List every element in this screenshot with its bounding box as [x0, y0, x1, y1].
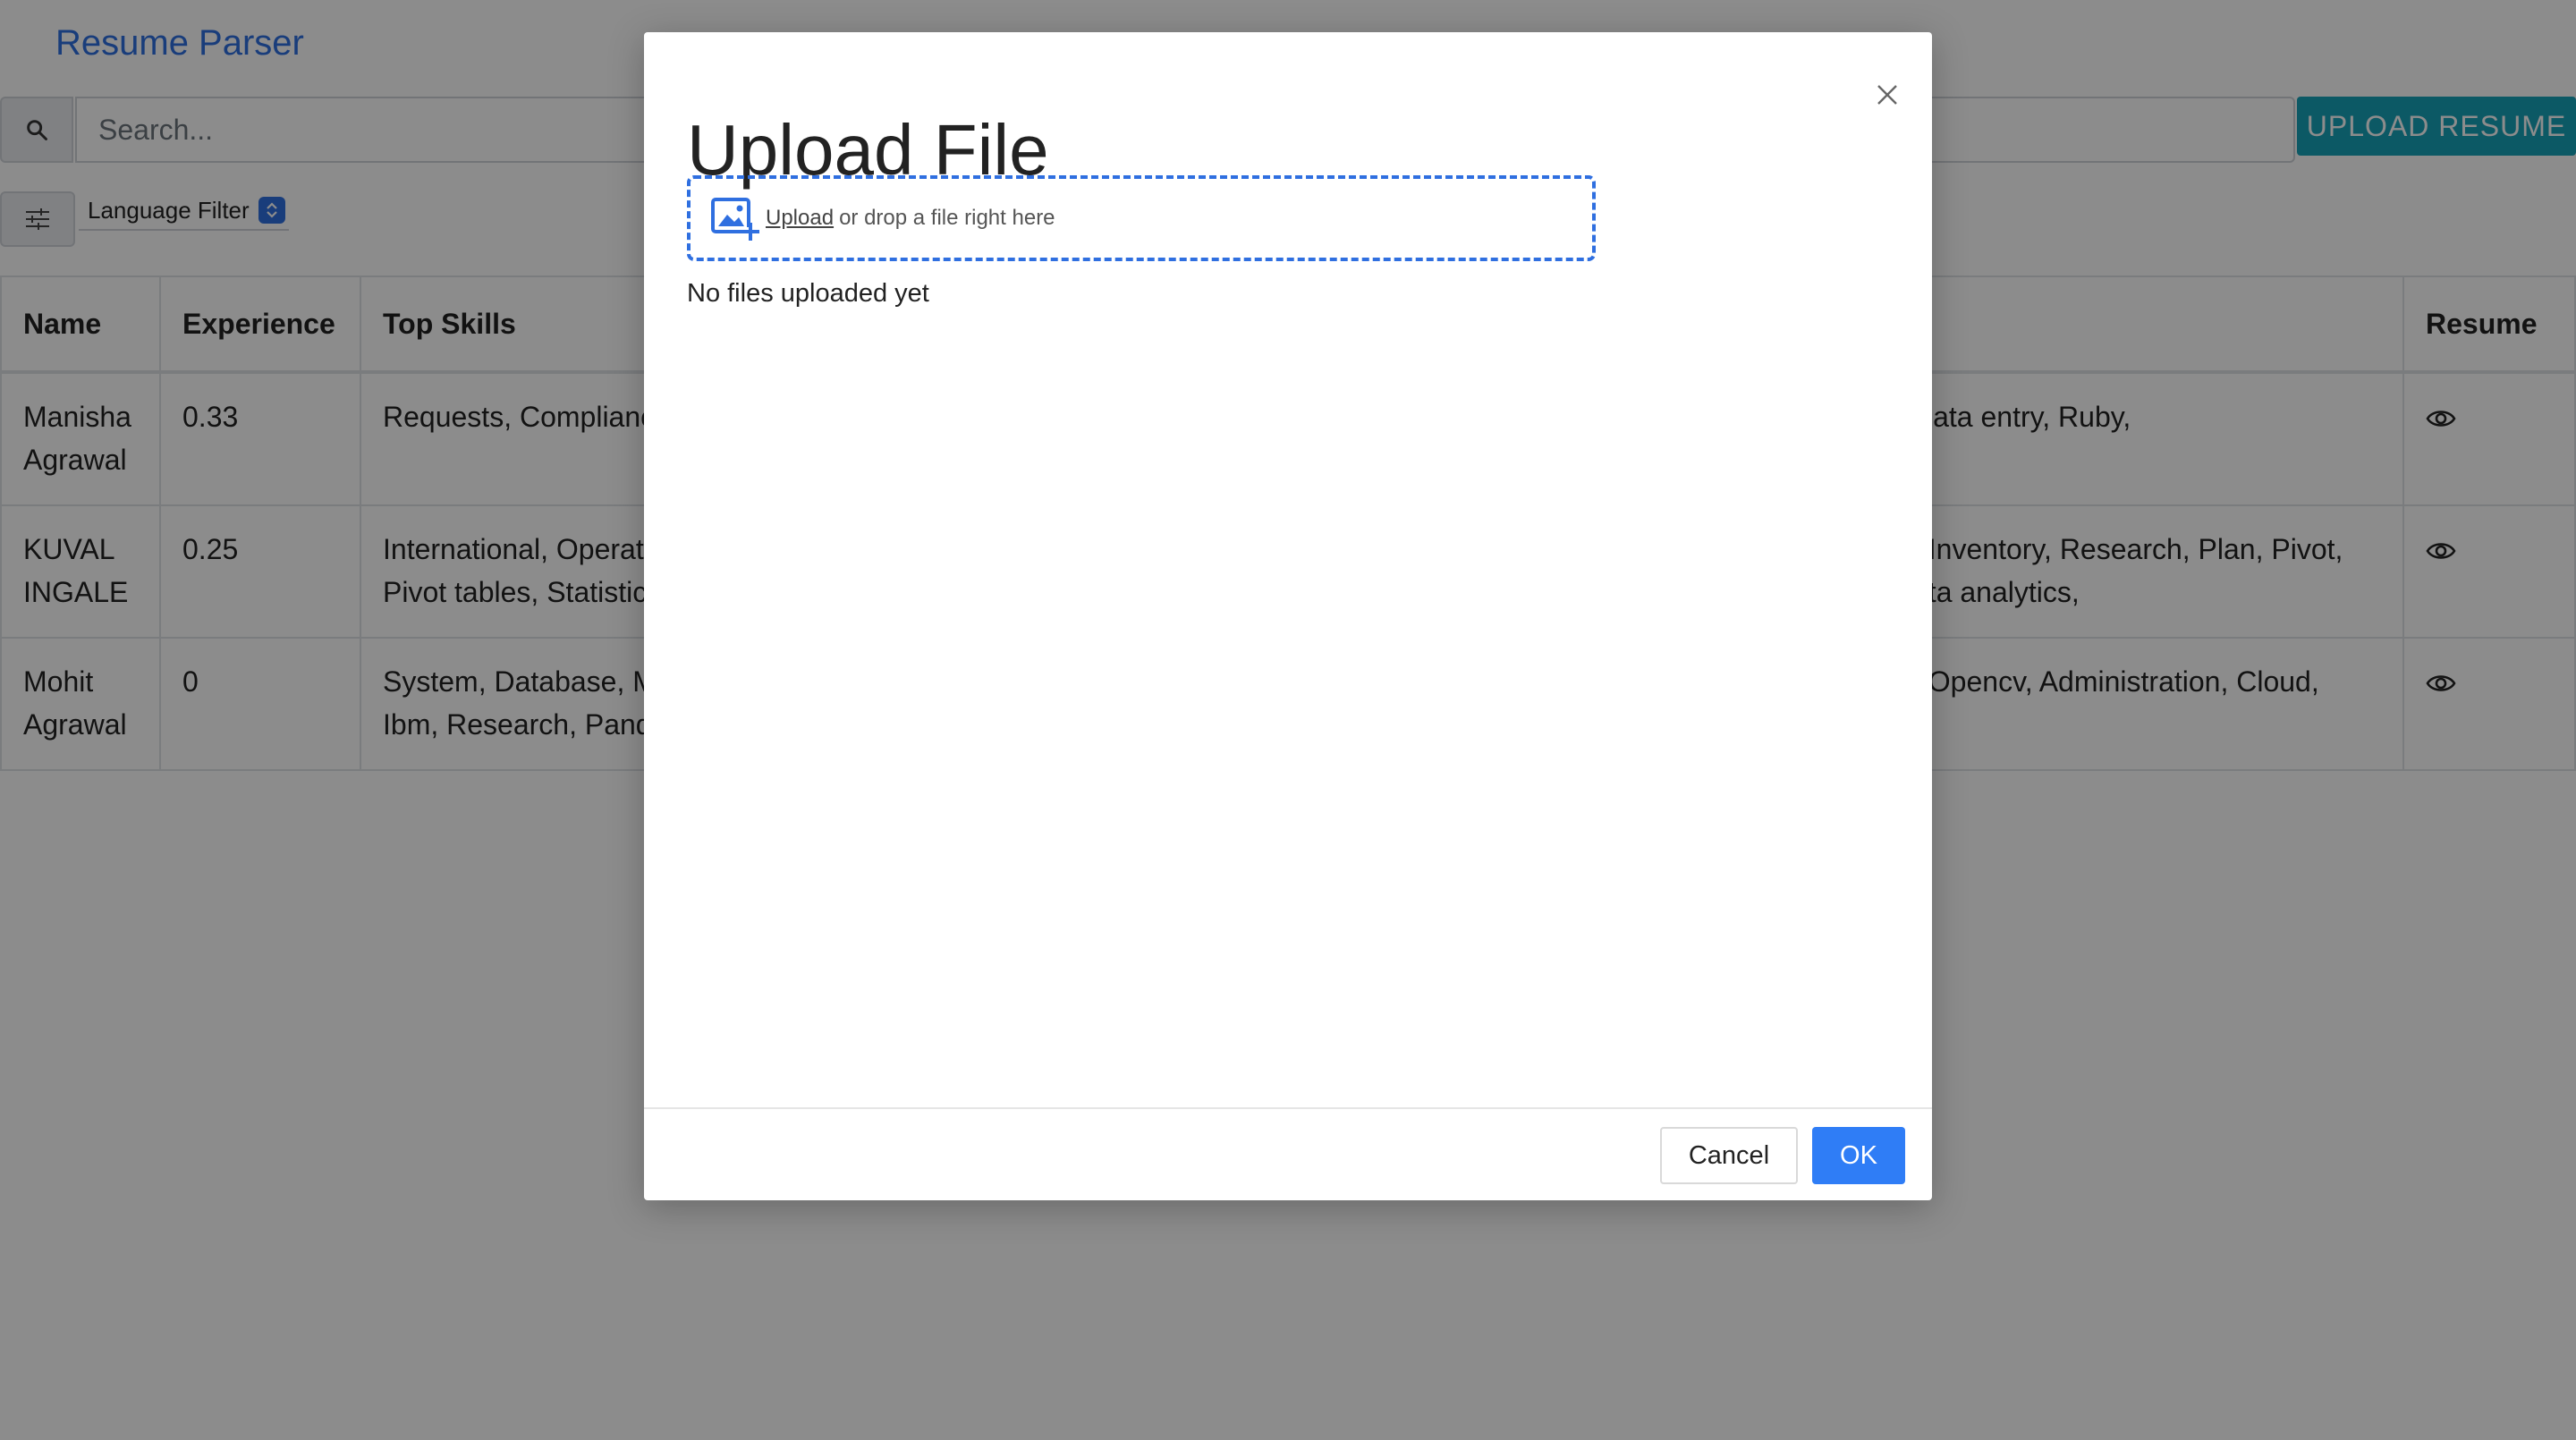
close-button[interactable] [1864, 72, 1911, 118]
ok-button[interactable]: OK [1812, 1127, 1905, 1184]
file-dropzone[interactable]: Upload or drop a file right here [687, 175, 1596, 261]
upload-file-modal: Upload File Upload or drop a file right … [644, 32, 1932, 1200]
upload-status-text: No files uploaded yet [687, 279, 929, 308]
cancel-button[interactable]: Cancel [1660, 1127, 1798, 1184]
add-image-icon [711, 198, 759, 241]
modal-footer: Cancel OK [644, 1107, 1932, 1202]
close-icon [1877, 85, 1897, 105]
upload-link[interactable]: Upload [766, 206, 834, 231]
dropzone-hint: or drop a file right here [839, 206, 1055, 230]
